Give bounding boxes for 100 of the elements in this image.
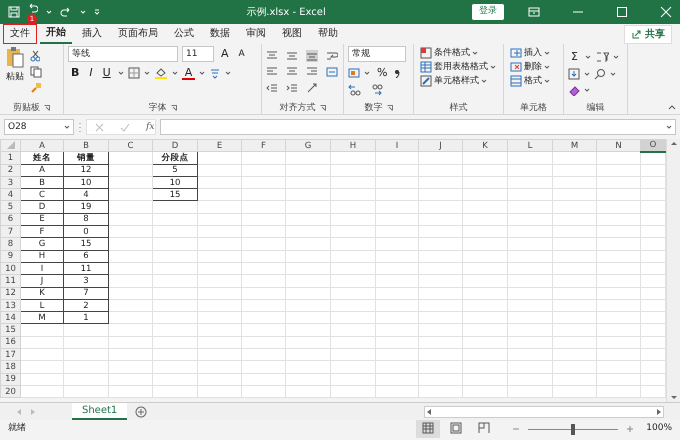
horizontal-scrollbar[interactable]: [424, 406, 664, 418]
column-header[interactable]: L: [508, 140, 552, 152]
row-header[interactable]: 15: [0, 324, 20, 336]
clipboard-icon[interactable]: [6, 46, 24, 68]
column-header[interactable]: H: [330, 140, 376, 152]
sort-filter-icon[interactable]: [594, 51, 609, 63]
caret-icon[interactable]: [490, 64, 496, 70]
autosum-button[interactable]: Σ: [568, 50, 581, 64]
caret-icon[interactable]: [610, 71, 616, 77]
column-header[interactable]: K: [462, 140, 508, 152]
ribbon-tab[interactable]: 插入: [76, 25, 108, 43]
caret-icon[interactable]: [584, 87, 590, 93]
caret-icon[interactable]: [544, 78, 550, 84]
wrap-text-icon[interactable]: [326, 50, 338, 62]
percent-button[interactable]: %: [374, 66, 390, 80]
caret-icon[interactable]: [118, 70, 124, 76]
styles-menu-button[interactable]: 单元格样式: [418, 74, 499, 88]
save-icon[interactable]: [8, 6, 20, 18]
font-name-field[interactable]: 等线: [68, 46, 178, 62]
column-header[interactable]: G: [286, 140, 330, 152]
insert-function-button[interactable]: fx: [146, 120, 154, 134]
redo-icon[interactable]: [60, 6, 72, 18]
cells-menu-button[interactable]: 删除: [508, 60, 559, 74]
column-header[interactable]: C: [108, 140, 152, 152]
caret-icon[interactable]: [64, 124, 70, 130]
caret-icon[interactable]: [472, 50, 478, 56]
caret-icon[interactable]: [584, 71, 590, 77]
column-header[interactable]: J: [418, 140, 462, 152]
cells-menu-button[interactable]: 插入: [508, 46, 559, 60]
column-header[interactable]: F: [242, 140, 286, 152]
increase-indent-icon[interactable]: [286, 82, 298, 94]
formula-input[interactable]: [160, 119, 676, 135]
share-icon[interactable]: [631, 29, 641, 39]
ribbon-tab[interactable]: 审阅: [240, 25, 272, 43]
search-icon[interactable]: [594, 68, 606, 80]
caret-icon[interactable]: [544, 64, 550, 70]
column-header[interactable]: B: [64, 140, 108, 152]
row-header[interactable]: 4: [0, 188, 20, 201]
scroll-right-icon[interactable]: [655, 408, 663, 416]
comma-style-icon[interactable]: [394, 68, 400, 78]
row-header[interactable]: 19: [0, 373, 20, 386]
caret-icon[interactable]: [612, 54, 619, 60]
add-sheet-icon[interactable]: [135, 406, 148, 418]
row-header[interactable]: 2: [0, 164, 20, 176]
ribbon-tab[interactable]: 视图: [276, 25, 308, 43]
row-header[interactable]: 12: [0, 287, 20, 300]
caret-icon[interactable]: [172, 70, 178, 76]
number-format-field[interactable]: 常规: [348, 46, 406, 62]
row-header[interactable]: 18: [0, 360, 20, 374]
caret-icon[interactable]: [666, 124, 672, 130]
decrease-decimal-icon[interactable]: [370, 84, 384, 96]
row-header[interactable]: 9: [0, 250, 20, 262]
borders-icon[interactable]: [128, 67, 140, 79]
dialog-launcher-icon[interactable]: [170, 105, 176, 111]
row-header[interactable]: 6: [0, 213, 20, 226]
row-header[interactable]: 20: [0, 385, 20, 398]
orientation-icon[interactable]: [306, 82, 318, 94]
fill-icon[interactable]: [568, 68, 580, 80]
column-header[interactable]: N: [596, 140, 640, 152]
cells-menu-button[interactable]: 格式: [508, 74, 559, 88]
ribbon-tab[interactable]: 文件: [4, 25, 36, 43]
row-header[interactable]: 8: [0, 238, 20, 250]
paste-button[interactable]: 粘贴: [4, 46, 26, 102]
align-middle-icon[interactable]: [286, 50, 298, 62]
italic-button[interactable]: I: [86, 66, 96, 80]
row-header[interactable]: 13: [0, 299, 20, 312]
zoom-thumb[interactable]: [571, 424, 576, 434]
copy-icon[interactable]: [30, 66, 42, 78]
vertical-scrollbar[interactable]: [666, 139, 680, 402]
styles-menu-button[interactable]: 条件格式: [418, 46, 499, 60]
row-header[interactable]: 14: [0, 312, 20, 324]
scroll-left-icon[interactable]: [425, 408, 433, 416]
column-header[interactable]: D: [152, 140, 198, 152]
column-header[interactable]: M: [552, 140, 596, 152]
ribbon-tab[interactable]: 公式: [168, 25, 200, 43]
grow-font-button[interactable]: A: [218, 47, 232, 61]
caret-icon[interactable]: [199, 70, 206, 76]
row-header[interactable]: 1: [0, 152, 20, 164]
shrink-font-button[interactable]: A: [236, 47, 248, 61]
view-button[interactable]: [416, 420, 440, 438]
caret-icon[interactable]: [584, 54, 591, 60]
column-header[interactable]: I: [376, 140, 418, 152]
cut-icon[interactable]: [30, 50, 40, 62]
ribbon-tab[interactable]: 页面布局: [112, 25, 164, 43]
maximize-icon[interactable]: [616, 6, 628, 18]
dialog-launcher-icon[interactable]: [44, 105, 50, 111]
column-header[interactable]: E: [198, 140, 242, 152]
row-header[interactable]: 7: [0, 226, 20, 238]
row-header[interactable]: 16: [0, 336, 20, 349]
column-header[interactable]: A: [20, 140, 64, 152]
caret-icon[interactable]: [544, 50, 550, 56]
ribbon-tab[interactable]: 帮助: [312, 25, 344, 43]
phonetic-icon[interactable]: [209, 67, 222, 79]
column-header[interactable]: O: [640, 140, 666, 152]
underline-button[interactable]: U: [100, 66, 114, 80]
decrease-indent-icon[interactable]: [266, 82, 278, 94]
caret-icon[interactable]: [225, 70, 232, 76]
customize-icon[interactable]: [94, 9, 100, 15]
fill-color-icon[interactable]: [154, 67, 168, 79]
zoom-in-icon[interactable]: [626, 425, 634, 433]
